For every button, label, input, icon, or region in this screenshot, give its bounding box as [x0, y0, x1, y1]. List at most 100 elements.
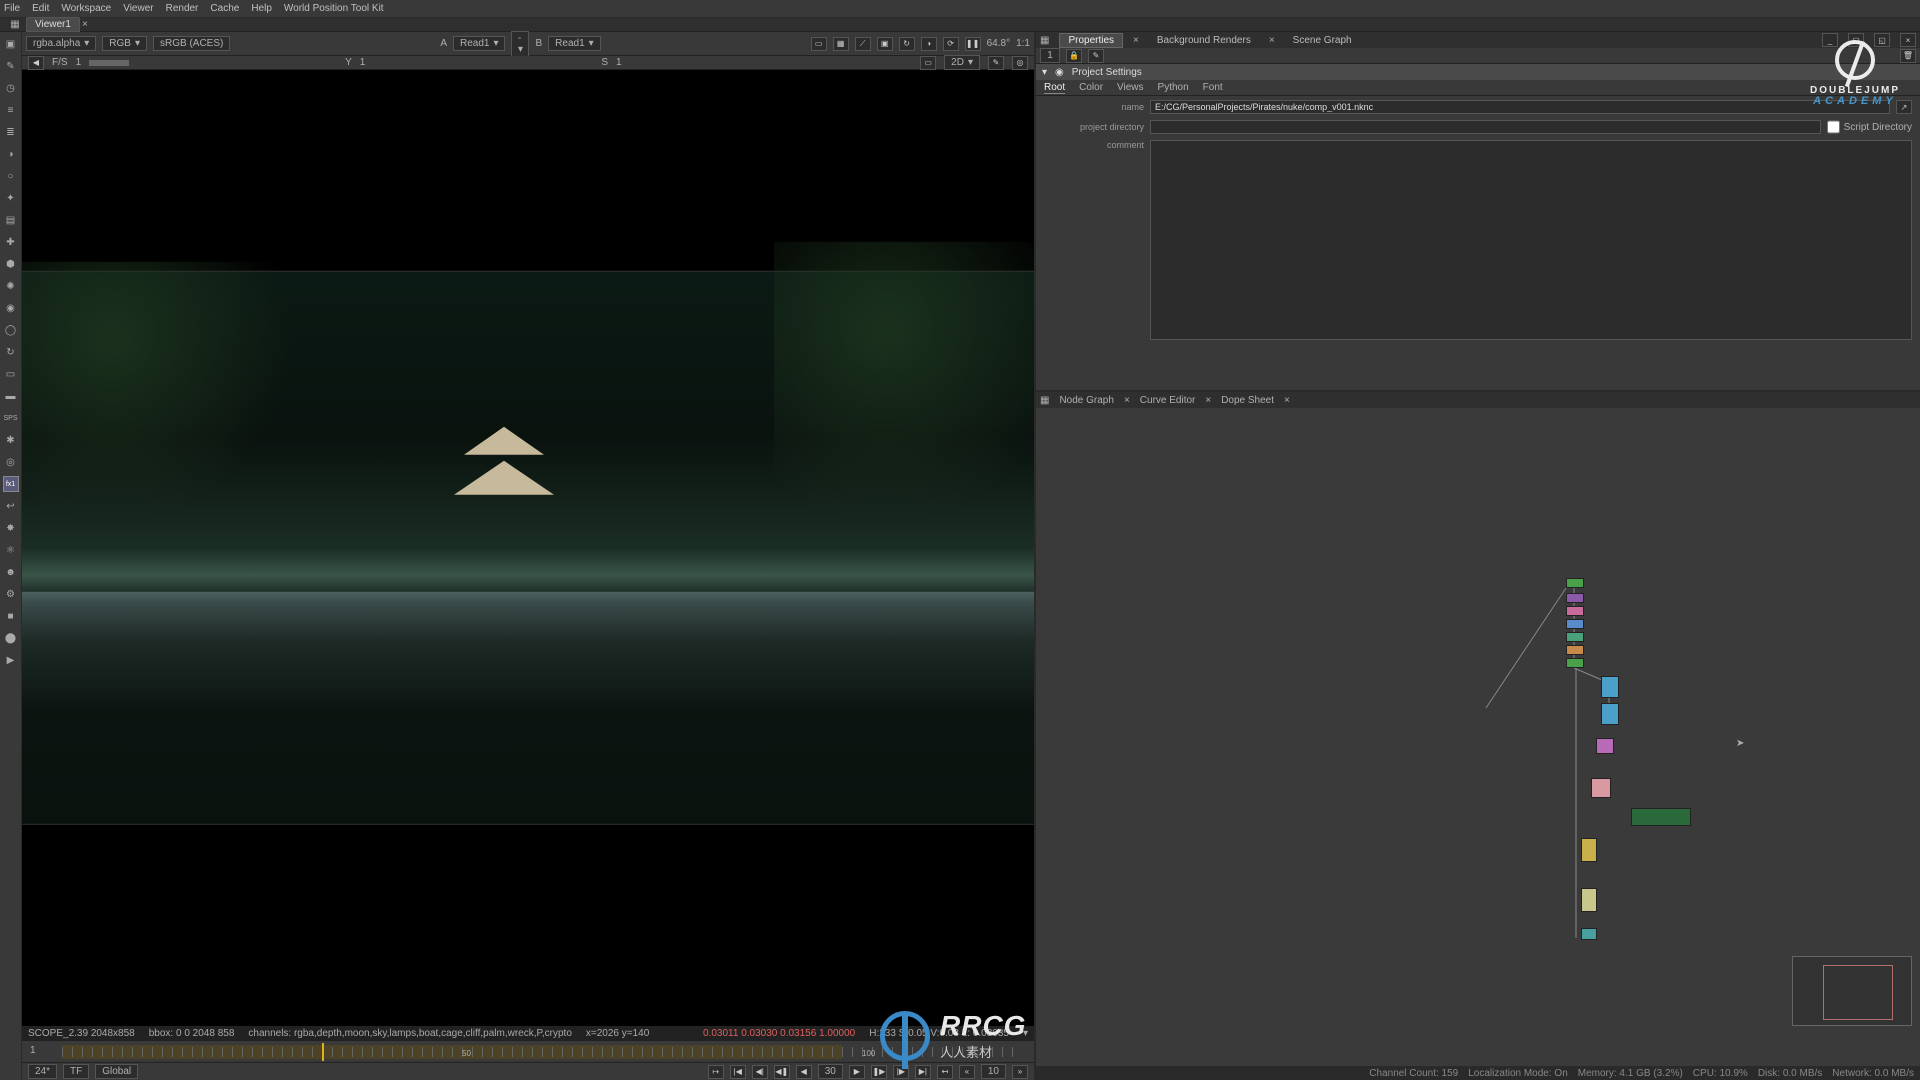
- menu-edit[interactable]: Edit: [32, 3, 49, 14]
- tab-scenegraph[interactable]: Scene Graph: [1285, 34, 1360, 47]
- node[interactable]: [1581, 838, 1597, 862]
- tool-ring[interactable]: ◎: [3, 454, 19, 470]
- tab-bgrenders[interactable]: Background Renders: [1149, 34, 1259, 47]
- menu-help[interactable]: Help: [251, 3, 272, 14]
- tool-face[interactable]: ☻: [3, 564, 19, 580]
- tool-image[interactable]: ▣: [3, 36, 19, 52]
- project-settings-header[interactable]: ▾ ◉ Project Settings: [1036, 64, 1920, 80]
- tab-font[interactable]: Font: [1203, 82, 1223, 93]
- tool-box[interactable]: ▭: [3, 366, 19, 382]
- layout-icon[interactable]: ▦: [4, 19, 26, 30]
- refresh-icon[interactable]: ↻: [899, 37, 915, 51]
- tool-filter[interactable]: ✦: [3, 190, 19, 206]
- tool-merge[interactable]: ✚: [3, 234, 19, 250]
- tab-curveeditor[interactable]: Curve Editor: [1140, 395, 1196, 406]
- node[interactable]: [1566, 645, 1584, 655]
- tab-color[interactable]: Color: [1079, 82, 1103, 93]
- b-input-dropdown[interactable]: Read1 ▾: [548, 36, 601, 51]
- tab-python[interactable]: Python: [1158, 82, 1189, 93]
- viewer-tab[interactable]: Viewer1: [26, 17, 80, 32]
- display-dropdown[interactable]: RGB ▾: [102, 36, 147, 51]
- tool-fx1[interactable]: fx1: [3, 476, 19, 492]
- a-input-dropdown[interactable]: Read1 ▾: [453, 36, 506, 51]
- picker-icon[interactable]: ✎: [988, 56, 1004, 70]
- menu-viewer[interactable]: Viewer: [123, 3, 153, 14]
- menu-wptk[interactable]: World Position Tool Kit: [284, 3, 384, 14]
- panel-count[interactable]: 1: [1040, 48, 1060, 63]
- node[interactable]: [1596, 738, 1614, 754]
- minimap-viewport[interactable]: [1823, 965, 1893, 1020]
- tool-gear2[interactable]: ⚙: [3, 586, 19, 602]
- node[interactable]: [1601, 676, 1619, 698]
- first-frame-button[interactable]: |◀: [730, 1065, 746, 1079]
- tool-3d[interactable]: ⬢: [3, 256, 19, 272]
- menu-file[interactable]: File: [4, 3, 20, 14]
- last-frame-button[interactable]: ▶|: [915, 1065, 931, 1079]
- tool-channel[interactable]: ≡: [3, 102, 19, 118]
- node[interactable]: [1591, 778, 1611, 798]
- gamma-icon[interactable]: ◑: [921, 37, 937, 51]
- viewer-image[interactable]: [22, 70, 1034, 1026]
- step-back-button[interactable]: ◀❚: [774, 1065, 790, 1079]
- node[interactable]: [1581, 928, 1597, 940]
- node[interactable]: [1581, 888, 1597, 912]
- tab-properties[interactable]: Properties: [1059, 33, 1123, 48]
- tool-sps[interactable]: SPS: [3, 410, 19, 426]
- tool-tri[interactable]: ▶: [3, 652, 19, 668]
- clip-icon[interactable]: ⟋: [855, 37, 871, 51]
- pin-icon[interactable]: ✎: [1088, 49, 1104, 63]
- skip-step-fwd[interactable]: »: [1012, 1065, 1028, 1079]
- nodegraph-minimap[interactable]: [1792, 956, 1912, 1026]
- tool-square[interactable]: ■: [3, 608, 19, 624]
- node[interactable]: [1566, 606, 1584, 616]
- ring-icon[interactable]: ◎: [1012, 56, 1028, 70]
- prev-key-button[interactable]: ◀|: [752, 1065, 768, 1079]
- node[interactable]: [1566, 593, 1584, 603]
- close-pane-icon[interactable]: ×: [1900, 33, 1916, 47]
- tool-particle[interactable]: ✺: [3, 278, 19, 294]
- colorspace-dropdown[interactable]: sRGB (ACES): [153, 36, 230, 51]
- channel-dropdown[interactable]: rgba.alpha ▾: [26, 36, 96, 51]
- gain-slider[interactable]: [89, 60, 129, 66]
- comment-field[interactable]: [1150, 140, 1912, 340]
- layout-icon[interactable]: ▦: [1040, 35, 1049, 46]
- mode-dropdown[interactable]: 2D ▾: [944, 55, 980, 70]
- y-value[interactable]: 1: [360, 57, 366, 68]
- proxy-icon[interactable]: ▦: [833, 37, 849, 51]
- tool-dot[interactable]: ⬤: [3, 630, 19, 646]
- node-color-icon[interactable]: ◉: [1055, 67, 1064, 78]
- tool-atom[interactable]: ⚛: [3, 542, 19, 558]
- tool-retime[interactable]: ↻: [3, 344, 19, 360]
- close-icon[interactable]: ×: [1269, 35, 1275, 46]
- pause-icon[interactable]: ❚❚: [965, 37, 981, 51]
- playhead[interactable]: [322, 1043, 324, 1061]
- node[interactable]: [1631, 808, 1691, 826]
- fs-one[interactable]: 1: [76, 57, 82, 68]
- play-forward-button[interactable]: ▶: [849, 1065, 865, 1079]
- global-dropdown[interactable]: Global: [95, 1064, 138, 1079]
- tool-arrow[interactable]: ↩: [3, 498, 19, 514]
- close-icon[interactable]: ×: [1284, 395, 1290, 406]
- tool-rect[interactable]: ▬: [3, 388, 19, 404]
- node[interactable]: [1566, 658, 1584, 668]
- tool-lines[interactable]: ≣: [3, 124, 19, 140]
- s-value[interactable]: 1: [616, 57, 622, 68]
- node[interactable]: [1566, 578, 1584, 588]
- frame-start[interactable]: 1: [30, 1045, 36, 1056]
- node[interactable]: [1601, 703, 1619, 725]
- play-back-button[interactable]: ◀: [796, 1065, 812, 1079]
- tool-time[interactable]: ◷: [3, 80, 19, 96]
- step-forward-button[interactable]: ❚▶: [871, 1065, 887, 1079]
- node[interactable]: [1566, 619, 1584, 629]
- menu-render[interactable]: Render: [166, 3, 199, 14]
- layout-icon[interactable]: ▦: [1040, 395, 1049, 406]
- close-icon[interactable]: ×: [1124, 395, 1130, 406]
- tool-ocircle[interactable]: ◯: [3, 322, 19, 338]
- node[interactable]: [1566, 632, 1584, 642]
- inpoint-icon[interactable]: ↦: [708, 1065, 724, 1079]
- wipe-dropdown[interactable]: - ▾: [511, 31, 529, 57]
- lock-icon[interactable]: 🔒: [1066, 49, 1082, 63]
- tool-draw[interactable]: ✎: [3, 58, 19, 74]
- nodegraph-canvas[interactable]: ➤: [1036, 408, 1920, 1066]
- close-icon[interactable]: ×: [1205, 395, 1211, 406]
